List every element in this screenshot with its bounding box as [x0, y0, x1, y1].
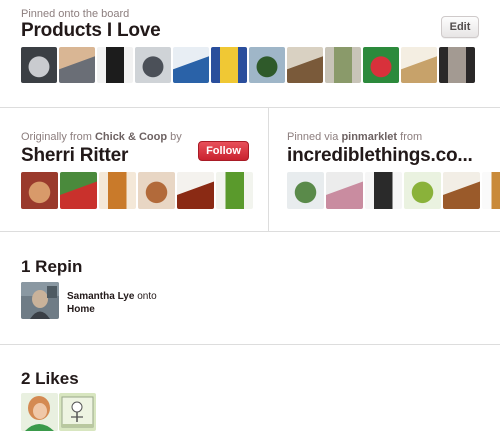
board-name-link[interactable]: Products I Love — [21, 20, 161, 42]
via-prefix: Pinned via — [287, 131, 339, 143]
origin-source-link[interactable]: Chick & Coop — [95, 131, 167, 143]
via-suffix: from — [400, 131, 423, 143]
origin-by: by — [170, 131, 182, 143]
waterfall-image[interactable] — [249, 47, 285, 83]
webpage-image[interactable] — [173, 47, 209, 83]
likes-title: 2 Likes — [21, 369, 79, 388]
gift-image[interactable] — [363, 47, 399, 83]
scooter-image[interactable] — [21, 47, 57, 83]
boots-image[interactable] — [325, 47, 361, 83]
repinner-line: Samantha Lye onto — [67, 291, 157, 302]
edit-board-button[interactable]: Edit — [441, 16, 479, 38]
cable-image[interactable] — [482, 172, 500, 209]
skewers-image[interactable] — [138, 172, 175, 209]
divider — [0, 107, 500, 108]
greens-image[interactable] — [60, 172, 97, 209]
repinner-avatar[interactable] — [21, 282, 59, 319]
gadget-image[interactable] — [287, 172, 324, 209]
vertical-divider — [268, 108, 269, 232]
repinner-name-link[interactable]: Samantha Lye — [67, 291, 134, 302]
salad-image[interactable] — [216, 172, 253, 209]
portrait-image[interactable] — [439, 47, 475, 83]
magazine-image[interactable] — [211, 47, 247, 83]
via-thumbnail-strip — [287, 172, 500, 209]
board-thumbnail-strip — [21, 47, 475, 83]
via-tool: pinmarklet — [341, 131, 398, 143]
repin-connector: onto — [137, 291, 157, 302]
origin-thumbnail-strip — [21, 172, 253, 209]
produce-image[interactable] — [21, 172, 58, 209]
divider — [0, 344, 500, 345]
repin-board-link[interactable]: Home — [67, 304, 95, 315]
bag-image[interactable] — [97, 47, 133, 83]
follow-button[interactable]: Follow — [198, 141, 249, 161]
repin-board-line: Home — [67, 304, 95, 315]
pink-item-image[interactable] — [326, 172, 363, 209]
origin-author-link[interactable]: Sherri Ritter — [21, 145, 128, 167]
divider — [0, 231, 500, 232]
liker-avatar[interactable] — [21, 393, 58, 431]
repins-title: 1 Repin — [21, 257, 83, 276]
shelf-image[interactable] — [287, 47, 323, 83]
bottles-image[interactable] — [177, 172, 214, 209]
origin-label: Originally from Chick & Coop by — [21, 131, 182, 143]
cup-image[interactable] — [404, 172, 441, 209]
mug-image[interactable] — [365, 172, 402, 209]
liker-avatar[interactable] — [59, 393, 96, 431]
hands-image[interactable] — [59, 47, 95, 83]
device-image[interactable] — [135, 47, 171, 83]
via-site-link[interactable]: incrediblethings.co... — [287, 145, 473, 167]
pinned-onto-label: Pinned onto the board — [21, 8, 130, 20]
lamp-image[interactable] — [401, 47, 437, 83]
via-label: Pinned via pinmarklet from — [287, 131, 422, 143]
origin-prefix: Originally from — [21, 131, 92, 143]
pastry-image[interactable] — [99, 172, 136, 209]
violins-image[interactable] — [443, 172, 480, 209]
